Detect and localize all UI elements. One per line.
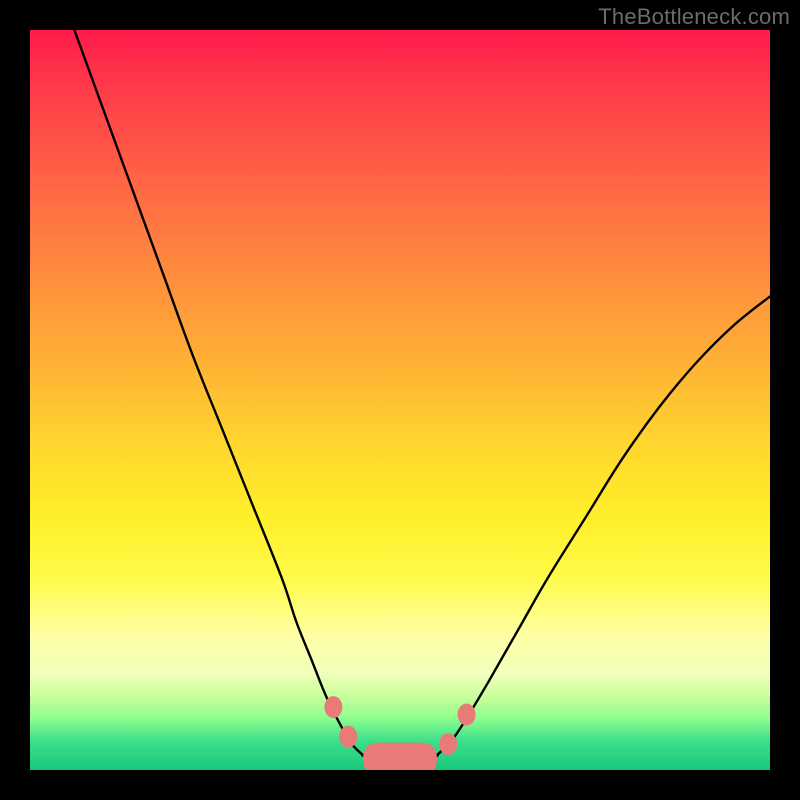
watermark-text: TheBottleneck.com	[598, 4, 790, 30]
bead-right-upper	[458, 704, 476, 726]
bead-left-lower	[339, 726, 357, 748]
chart-plot-area	[30, 30, 770, 770]
chart-svg	[30, 30, 770, 770]
chart-frame: TheBottleneck.com	[0, 0, 800, 800]
bottleneck-curve	[74, 30, 770, 762]
valley-lozenge	[363, 743, 437, 770]
bead-left-upper	[324, 696, 342, 718]
bead-right-lower	[439, 733, 457, 755]
